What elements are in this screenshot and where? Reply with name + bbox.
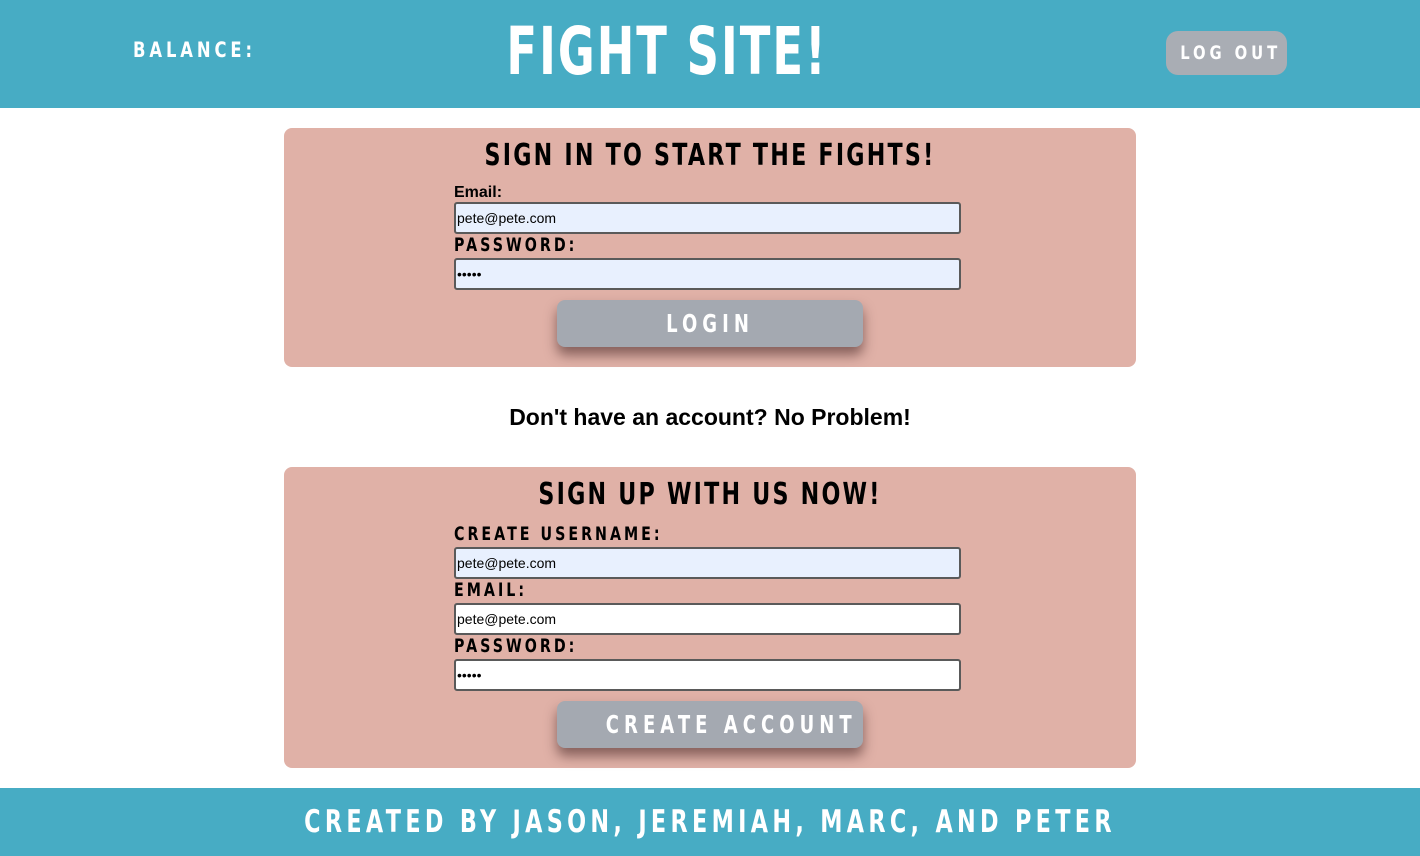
logout-button-label: Log Out — [1180, 42, 1282, 64]
signup-username-label: Create Username: — [454, 523, 663, 545]
login-button-label: Login — [666, 309, 754, 338]
signin-email-input[interactable] — [454, 202, 961, 234]
signup-panel: Sign up with us now! Create Username: Em… — [284, 467, 1136, 768]
signin-password-label: Password: — [454, 234, 578, 256]
signin-email-label: Email: — [454, 184, 503, 201]
signin-panel: Sign in to start the fights! Email: Pass… — [284, 128, 1136, 367]
logout-button[interactable]: Log Out — [1166, 31, 1287, 75]
signup-password-label: Password: — [454, 635, 578, 657]
signup-password-input[interactable] — [454, 659, 961, 691]
signup-email-label: Email: — [454, 579, 528, 601]
footer-credits: Created by Jason, Jeremiah, Marc, and Pe… — [304, 804, 1116, 840]
create-account-button[interactable]: Create Account — [557, 701, 863, 748]
create-account-button-label: Create Account — [605, 710, 857, 739]
site-title: Fight Site! — [506, 13, 828, 90]
account-prompt: Don't have an account? No Problem! — [509, 404, 911, 430]
signup-username-input[interactable] — [454, 547, 961, 579]
signup-email-input[interactable] — [454, 603, 961, 635]
signin-title: Sign in to start the fights! — [484, 138, 936, 173]
login-button[interactable]: Login — [557, 300, 863, 347]
site-footer: Created by Jason, Jeremiah, Marc, and Pe… — [0, 788, 1420, 856]
signin-password-input[interactable] — [454, 258, 961, 290]
signup-title: Sign up with us now! — [538, 477, 882, 512]
site-header: Balance: Fight Site! Log Out — [0, 0, 1420, 108]
